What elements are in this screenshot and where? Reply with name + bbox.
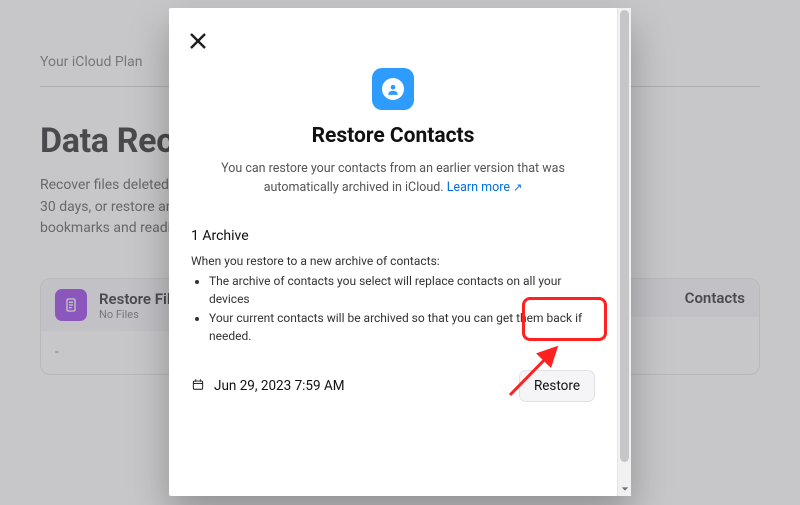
scrollbar-thumb[interactable]: [620, 10, 629, 462]
restore-contacts-modal: Restore Contacts You can restore your co…: [169, 8, 631, 496]
modal-scrollbar[interactable]: [617, 8, 631, 496]
archive-subtitle: When you restore to a new archive of con…: [191, 254, 595, 268]
archive-notes: The archive of contacts you select will …: [209, 272, 595, 346]
external-link-icon: ↗: [513, 181, 522, 194]
archive-bullet-1: The archive of contacts you select will …: [209, 272, 595, 309]
archive-row: Jun 29, 2023 7:59 AM Restore: [191, 370, 595, 402]
archive-icon: [191, 377, 205, 395]
archive-date: Jun 29, 2023 7:59 AM: [214, 378, 345, 394]
modal-title: Restore Contacts: [191, 124, 595, 148]
restore-button[interactable]: Restore: [519, 370, 595, 402]
scrollbar-down-icon[interactable]: [618, 482, 631, 496]
archive-bullet-2: Your current contacts will be archived s…: [209, 309, 595, 346]
archive-count: 1 Archive: [191, 228, 595, 244]
modal-description: You can restore your contacts from an ea…: [215, 160, 571, 198]
contacts-app-icon: [372, 68, 414, 110]
learn-more-link[interactable]: Learn more ↗: [447, 180, 523, 195]
close-button[interactable]: [189, 32, 207, 50]
